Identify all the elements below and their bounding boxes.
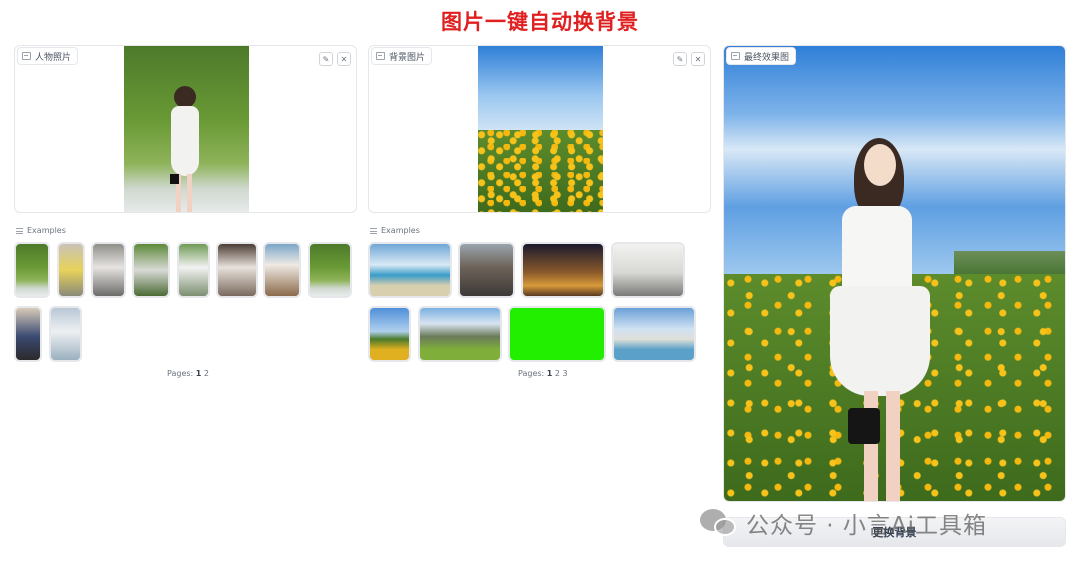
image-icon	[731, 52, 740, 60]
page-link-2[interactable]: 2	[555, 369, 560, 378]
background-column: 背景图片 ✎ ✕ Examples Pages: 1 2 3	[368, 45, 711, 378]
list-icon	[370, 227, 377, 234]
person-example-5[interactable]	[177, 242, 210, 298]
person-examples-header: Examples	[16, 226, 66, 235]
background-photo	[478, 46, 603, 212]
wechat-icon	[700, 509, 738, 537]
background-example-1[interactable]	[368, 242, 452, 298]
background-example-8[interactable]	[612, 306, 696, 362]
background-example-4[interactable]	[611, 242, 685, 298]
pencil-icon[interactable]: ✎	[673, 52, 687, 66]
result-column: 最终效果图	[723, 45, 1066, 502]
close-icon[interactable]: ✕	[691, 52, 705, 66]
person-image-tools: ✎ ✕	[319, 52, 351, 66]
close-icon[interactable]: ✕	[337, 52, 351, 66]
person-example-3[interactable]	[91, 242, 126, 298]
background-example-5[interactable]	[368, 306, 411, 362]
person-example-8[interactable]	[308, 242, 352, 298]
person-column: 人物照片 ✎ ✕ Examples Pages: 1 2	[14, 45, 357, 378]
image-icon	[22, 52, 31, 60]
person-image-label: 人物照片	[17, 47, 79, 65]
person-example-10[interactable]	[49, 306, 82, 362]
pencil-icon[interactable]: ✎	[319, 52, 333, 66]
person-example-6[interactable]	[216, 242, 258, 298]
person-example-7[interactable]	[263, 242, 301, 298]
person-examples-pagination: Pages: 1 2	[167, 369, 209, 378]
person-example-4[interactable]	[132, 242, 170, 298]
background-example-3[interactable]	[521, 242, 605, 298]
background-example-6[interactable]	[418, 306, 502, 362]
page-link-3[interactable]: 3	[563, 369, 568, 378]
person-image-panel[interactable]: 人物照片 ✎ ✕	[14, 45, 357, 213]
watermark: 公众号 · 小言Ai工具箱	[700, 506, 987, 540]
background-example-7[interactable]	[508, 306, 606, 362]
image-icon	[376, 52, 385, 60]
page-link-1[interactable]: 1	[196, 369, 202, 378]
person-example-2[interactable]	[57, 242, 85, 298]
background-examples-pagination: Pages: 1 2 3	[518, 369, 568, 378]
background-image-label: 背景图片	[371, 47, 433, 65]
person-example-1[interactable]	[14, 242, 50, 298]
background-examples-header: Examples	[370, 226, 420, 235]
result-photo	[724, 46, 1065, 501]
background-image-tools: ✎ ✕	[673, 52, 705, 66]
list-icon	[16, 227, 23, 234]
page-link-2[interactable]: 2	[204, 369, 209, 378]
page-title: 图片一键自动换背景	[441, 10, 639, 34]
result-image-panel: 最终效果图	[723, 45, 1066, 502]
person-example-9[interactable]	[14, 306, 42, 362]
person-photo	[124, 46, 249, 212]
background-image-panel[interactable]: 背景图片 ✎ ✕	[368, 45, 711, 213]
background-example-2[interactable]	[458, 242, 515, 298]
result-image-label: 最终效果图	[726, 47, 797, 65]
page-link-1[interactable]: 1	[547, 369, 553, 378]
